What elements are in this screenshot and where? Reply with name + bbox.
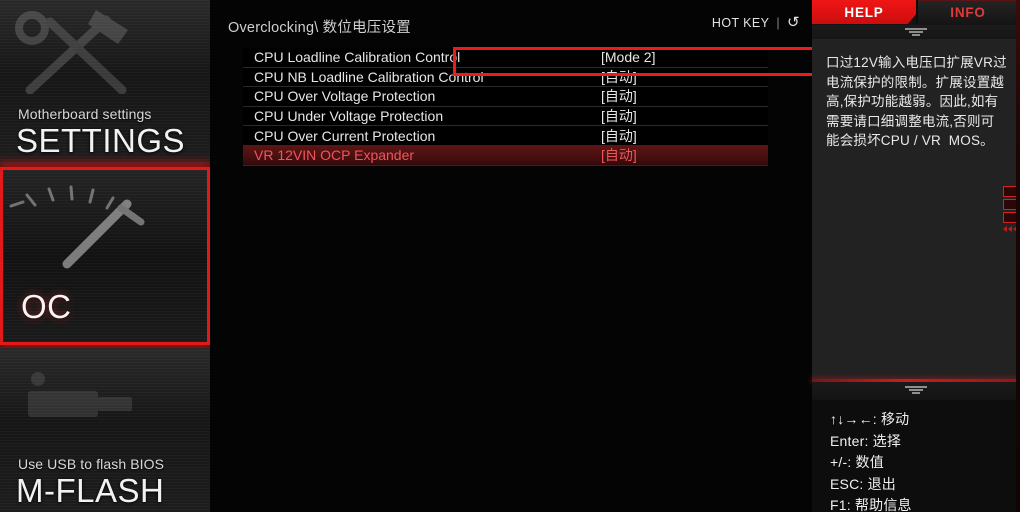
usb-icon: [28, 372, 132, 417]
menu-row-label: CPU Loadline Calibration Control: [254, 49, 461, 66]
help-info-tabs: HELP INFO: [812, 0, 1020, 24]
sidebar-panel-settings-sub: Motherboard settings: [18, 106, 152, 122]
menu-row[interactable]: CPU Over Current Protection [自动]: [243, 126, 768, 146]
sidebar-panel-settings[interactable]: Motherboard settings SETTINGS: [0, 0, 210, 165]
menu-row-value[interactable]: [自动]: [601, 145, 637, 165]
menu-row[interactable]: CPU NB Loadline Calibration Control [自动]: [243, 67, 768, 88]
menu-row[interactable]: VR 12VIN OCP Expander [自动]: [243, 145, 768, 166]
help-text: 口过12V输入电压口扩展VR过电流保护的限制。扩展设置越高,保护功能越弱。因此,…: [826, 55, 1007, 148]
menu-row-value[interactable]: [自动]: [601, 67, 637, 87]
legend-row: ESC: 退出: [830, 475, 896, 492]
scroll-up-icon: [903, 27, 929, 37]
help-body: 口过12V输入电压口扩展VR过电流保护的限制。扩展设置越高,保护功能越弱。因此,…: [812, 39, 1020, 379]
sidebar: Motherboard settings SETTINGS OC Use USB…: [0, 0, 210, 512]
menu-row[interactable]: CPU Over Voltage Protection [自动]: [243, 87, 768, 107]
right-panel: HELP INFO 口过12V输入电压口扩展VR过电流保护的限制。扩展设置越高,…: [812, 0, 1020, 512]
menu-row-value[interactable]: [自动]: [601, 106, 637, 126]
bios-screen: Motherboard settings SETTINGS OC Use USB…: [0, 0, 1020, 512]
tab-help[interactable]: HELP: [812, 0, 916, 24]
menu-row-label: CPU Over Current Protection: [254, 127, 436, 144]
main-content: Overclocking\ 数位电压设置 HOT KEY | ↺ CPU Loa…: [210, 0, 979, 512]
legend-row: ↑↓→←: 移动: [830, 411, 910, 427]
menu-row[interactable]: CPU Loadline Calibration Control [Mode 2]: [243, 48, 768, 68]
menu-row-label: VR 12VIN OCP Expander: [254, 147, 415, 164]
sidebar-panel-oc-title: OC: [21, 288, 72, 325]
menu-row-label: CPU NB Loadline Calibration Control: [254, 68, 484, 85]
page-indicator-box: [1003, 212, 1017, 223]
hotkey-label[interactable]: HOT KEY: [712, 16, 769, 30]
sidebar-panel-settings-title: SETTINGS: [16, 122, 186, 159]
tools-icon: [15, 10, 128, 94]
menu-row-value[interactable]: [自动]: [601, 126, 637, 146]
sidebar-panel-mflash-title: M-FLASH: [16, 472, 165, 509]
sidebar-panel-oc[interactable]: OC: [0, 167, 210, 345]
key-legend: ↑↓→←: 移动 Enter: 选择 +/-: 数值 ESC: 退出 F1: 帮助信息: [812, 400, 1020, 512]
menu-row-label: CPU Under Voltage Protection: [254, 108, 444, 125]
hotkey-separator: |: [776, 15, 781, 30]
legend-row: F1: 帮助信息: [830, 497, 912, 512]
help-scroll-down-button[interactable]: [812, 382, 1020, 399]
legend-row: Enter: 选择: [830, 432, 902, 449]
refresh-icon[interactable]: ↺: [787, 15, 800, 30]
page-indicator-arrows: [1003, 226, 1017, 232]
legend-row: +/-: 数值: [830, 454, 884, 470]
page-indicator-box: [1003, 199, 1017, 210]
tab-help-label: HELP: [844, 4, 884, 20]
right-edge-strip: [1016, 0, 1020, 512]
scroll-down-icon: [903, 386, 929, 395]
tab-info[interactable]: INFO: [916, 0, 1020, 24]
gauge-icon: [9, 185, 145, 269]
sidebar-panel-oc-inner: OC: [3, 170, 207, 342]
menu-row-value[interactable]: [Mode 2]: [601, 49, 655, 65]
hotkey-area: HOT KEY | ↺: [712, 15, 800, 30]
sidebar-panel-mflash-sub: Use USB to flash BIOS: [18, 456, 165, 472]
tab-info-label: INFO: [950, 5, 986, 20]
help-scroll-up-button[interactable]: [812, 25, 1020, 39]
settings-menu-list: CPU Loadline Calibration Control [Mode 2]…: [243, 48, 768, 166]
menu-row-label: CPU Over Voltage Protection: [254, 88, 436, 105]
breadcrumb: Overclocking\ 数位电压设置: [228, 20, 411, 36]
tab-divider: [916, 0, 918, 24]
menu-row[interactable]: CPU Under Voltage Protection [自动]: [243, 106, 768, 127]
page-indicator-box: [1003, 186, 1017, 197]
menu-row-value[interactable]: [自动]: [601, 86, 637, 106]
sidebar-panel-mflash[interactable]: Use USB to flash BIOS M-FLASH: [0, 347, 210, 512]
